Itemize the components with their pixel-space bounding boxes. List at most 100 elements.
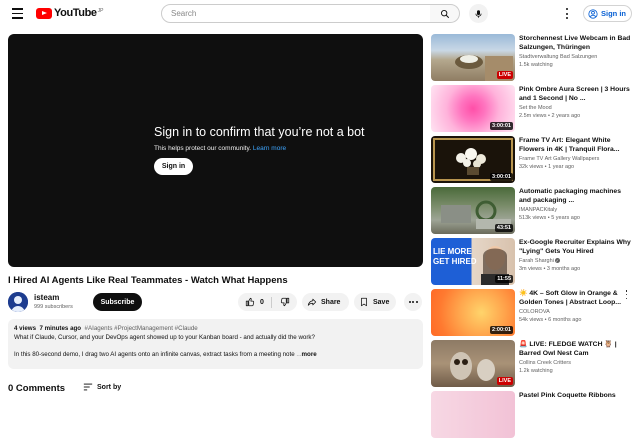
description-line-1: What if Claude, Cursor, and your DevOps … [14, 334, 315, 341]
recommendation-title[interactable]: Pastel Pink Coquette Ribbons [519, 391, 631, 400]
youtube-logo[interactable]: YouTube JP [36, 8, 103, 19]
recommendation-channel[interactable]: Collins Creek Critters [519, 360, 631, 366]
recommendation-channel[interactable]: Stadtverwaltung Bad Salzungen [519, 54, 631, 60]
masthead: YouTube JP Sign in [0, 0, 640, 28]
search-box [161, 4, 431, 23]
search-input[interactable] [171, 9, 430, 18]
dislike-button[interactable] [272, 293, 297, 311]
more-actions-button[interactable] [404, 293, 422, 311]
bot-check-title: Sign in to confirm that you’re not a bot [154, 125, 365, 139]
description-line-2: In this 80-second demo, I drag two AI ag… [14, 350, 417, 359]
recommendation-title[interactable]: Ex-Google Recruiter Explains Why "Lying"… [519, 238, 631, 256]
recommendation-item[interactable]: 2:00:01 ☀️ 4K – Soft Glow in Orange & Go… [431, 289, 631, 336]
recommendation-item[interactable]: LIVE Storchennest Live Webcam in Bad Sal… [431, 34, 631, 81]
recommendation-stats: 54k views • 6 months ago [519, 317, 582, 323]
share-label: Share [321, 298, 341, 306]
description-more-link[interactable]: more [302, 351, 317, 358]
recommendation-stats: 3m views • 3 months ago [519, 266, 581, 272]
view-count: 4 views [14, 325, 37, 332]
recommendation-item[interactable]: Pastel Pink Coquette Ribbons [431, 391, 631, 438]
video-thumbnail[interactable] [431, 391, 515, 438]
search-icon [440, 9, 449, 18]
duration-badge: 3:00:01 [490, 173, 513, 181]
recommendation-channel-name: Farah Sharghi [519, 258, 554, 264]
recommendation-channel[interactable]: Set the Mood [519, 105, 631, 111]
hashtags[interactable]: #AIagents #ProjectManagement #Claude [85, 325, 198, 332]
share-button[interactable]: Share [302, 293, 349, 311]
recommendation-channel[interactable]: Frame TV Art Gallery Wallpapers [519, 156, 631, 162]
video-thumbnail[interactable]: 3:00:01 [431, 85, 515, 132]
recommendation-item[interactable]: 43:51 Automatic packaging machines and p… [431, 187, 631, 234]
thumb-up-icon [245, 297, 255, 307]
recommendation-title[interactable]: Automatic packaging machines and packagi… [519, 187, 631, 205]
bot-check-subtitle: This helps protect our community. Learn … [154, 145, 286, 152]
sort-by-label: Sort by [97, 383, 122, 391]
recommendation-title[interactable]: Pink Ombre Aura Screen | 3 Hours and 1 S… [519, 85, 631, 103]
duration-badge: 43:51 [494, 224, 513, 232]
avatar-image-icon [8, 292, 28, 312]
video-thumbnail[interactable]: LIVE [431, 34, 515, 81]
recommendation-item[interactable]: LIVE 🚨 LIVE: FLEDGE WATCH 🦉 | Barred Owl… [431, 340, 631, 387]
description-box[interactable]: 4 views 7 minutes ago #AIagents #Project… [8, 319, 423, 369]
recommendation-item[interactable]: LIE MORE GET HIRED 11:55 Ex-Google Recru… [431, 238, 631, 285]
duration-badge: 2:00:01 [490, 326, 513, 334]
masthead-signin-button[interactable]: Sign in [583, 5, 632, 22]
video-thumbnail[interactable]: 2:00:01 [431, 289, 515, 336]
live-badge: LIVE [496, 377, 513, 385]
recommendation-stats: 32k views • 1 year ago [519, 164, 575, 170]
video-thumbnail[interactable]: 43:51 [431, 187, 515, 234]
sort-by-button[interactable]: Sort by [83, 383, 121, 391]
save-label: Save [373, 298, 390, 306]
description-meta: 4 views 7 minutes ago #AIagents #Project… [14, 324, 417, 333]
logo-text: YouTube [54, 7, 97, 19]
like-button[interactable]: 0 [238, 293, 271, 311]
bot-check-text: This helps protect our community. [154, 145, 252, 152]
channel-name[interactable]: isteam [34, 293, 59, 302]
player-signin-button[interactable]: Sign in [154, 158, 193, 175]
live-badge: LIVE [496, 71, 513, 79]
like-count: 0 [260, 298, 264, 306]
upload-time: 7 minutes ago [39, 325, 82, 332]
signin-label: Sign in [601, 9, 626, 18]
video-player[interactable]: Sign in to confirm that you’re not a bot… [8, 34, 423, 267]
recommendation-item[interactable]: 3:00:01 Pink Ombre Aura Screen | 3 Hours… [431, 85, 631, 132]
thumbnail-caption-line: LIE MORE [433, 247, 472, 256]
video-thumbnail[interactable]: 3:00:01 [431, 136, 515, 183]
share-icon [307, 298, 317, 306]
save-button[interactable]: Save [354, 293, 396, 311]
duration-badge: 3:00:01 [490, 122, 513, 130]
recommendation-stats: 1.5k watching [519, 62, 553, 68]
recommendation-title[interactable]: 🚨 LIVE: FLEDGE WATCH 🦉 | Barred Owl Nest… [519, 340, 631, 358]
hamburger-menu-icon[interactable] [12, 8, 23, 19]
recommendation-stats: 2.5m views • 2 years ago [519, 113, 581, 119]
video-thumbnail[interactable]: LIVE [431, 340, 515, 387]
sort-icon [83, 383, 93, 391]
channel-avatar[interactable] [8, 292, 28, 312]
video-thumbnail[interactable]: LIE MORE GET HIRED 11:55 [431, 238, 515, 285]
recommendation-stats: 1.2k watching [519, 368, 553, 374]
thumbnail-caption: LIE MORE GET HIRED [433, 247, 477, 267]
learn-more-link[interactable]: Learn more [253, 145, 286, 152]
recommendation-channel[interactable]: COLOROVA [519, 309, 631, 315]
microphone-icon [475, 9, 482, 18]
like-dislike-group: 0 [238, 293, 297, 311]
settings-more-icon[interactable] [565, 8, 569, 19]
account-circle-icon [588, 8, 598, 19]
voice-search-button[interactable] [469, 4, 488, 23]
save-icon [361, 297, 367, 307]
comments-count: 0 Comments [8, 383, 66, 394]
recommendation-channel[interactable]: IMANPACKitaly [519, 207, 631, 213]
recommendation-title[interactable]: Frame TV Art: Elegant White Flowers in 4… [519, 136, 631, 154]
youtube-play-icon [36, 8, 52, 19]
recommendation-menu-icon[interactable] [625, 290, 628, 299]
thumbnail-caption-line: GET HIRED [433, 257, 477, 266]
description-text: In this 80-second demo, I drag two AI ag… [14, 351, 295, 358]
recommendation-channel[interactable]: Farah Sharghi ✓ [519, 258, 631, 264]
search-button[interactable] [430, 4, 460, 23]
recommendation-item[interactable]: 3:00:01 Frame TV Art: Elegant White Flow… [431, 136, 631, 183]
video-title: I Hired AI Agents Like Real Teammates - … [8, 275, 288, 286]
subscribe-button[interactable]: Subscribe [93, 293, 142, 311]
recommendation-title[interactable]: Storchennest Live Webcam in Bad Salzunge… [519, 34, 631, 52]
recommendation-title[interactable]: ☀️ 4K – Soft Glow in Orange & Golden Ton… [519, 289, 631, 307]
logo-country-code: JP [97, 8, 104, 14]
